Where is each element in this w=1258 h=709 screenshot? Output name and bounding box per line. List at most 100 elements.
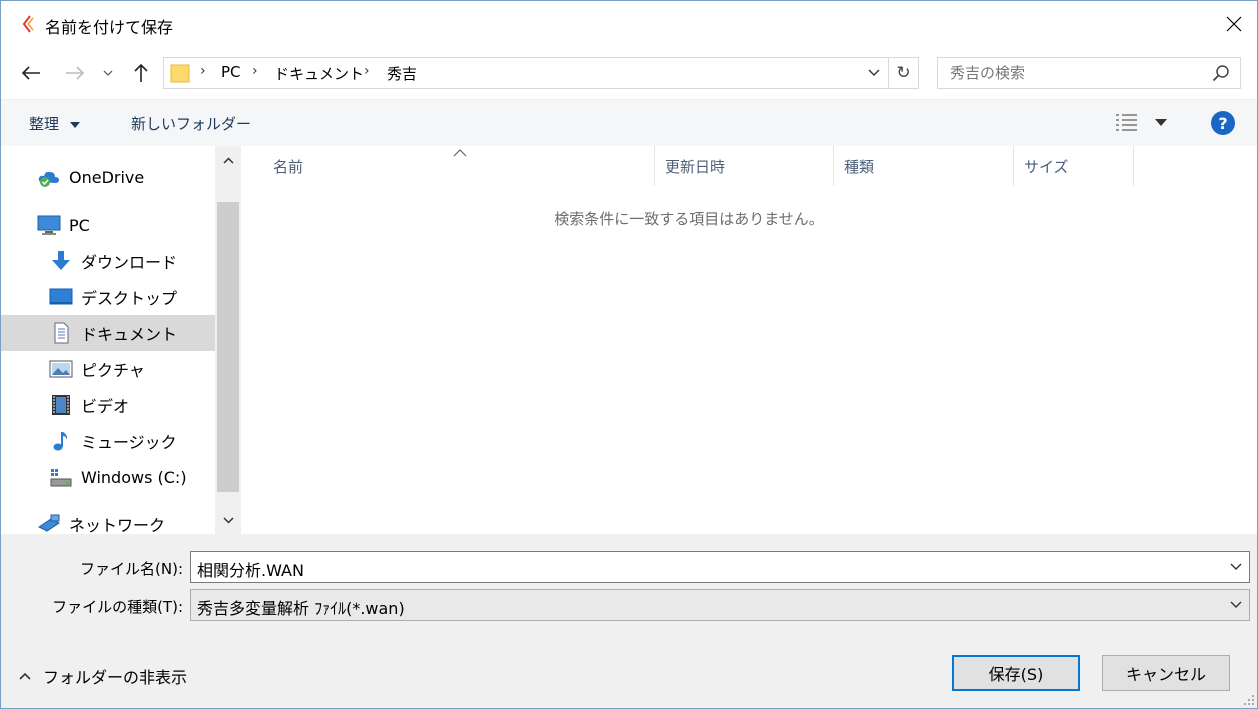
column-divider[interactable] <box>1133 146 1134 186</box>
breadcrumb-documents[interactable]: ドキュメント <box>274 63 364 84</box>
sidebar-item-desktop[interactable]: デスクトップ <box>1 279 215 315</box>
arrow-right-icon <box>66 66 85 80</box>
back-button[interactable] <box>19 61 43 85</box>
scroll-up-button[interactable] <box>215 146 241 174</box>
picture-icon <box>49 360 73 378</box>
filename-value[interactable]: 相関分析.WAN <box>197 557 304 581</box>
refresh-icon: ↻ <box>896 63 911 83</box>
sidebar-item-label: ビデオ <box>81 397 130 416</box>
network-icon <box>38 514 60 532</box>
sidebar-item-label: ミュージック <box>81 433 177 452</box>
chevron-down-icon <box>868 69 880 76</box>
caret-down-icon <box>69 121 80 128</box>
view-options-button[interactable] <box>1113 112 1173 134</box>
sidebar-item-documents[interactable]: ドキュメント <box>1 315 215 351</box>
cancel-button[interactable]: キャンセル <box>1102 655 1230 691</box>
close-button[interactable] <box>1211 1 1257 47</box>
title-bar: 名前を付けて保存 <box>1 1 1257 47</box>
desktop-icon <box>49 288 73 305</box>
organize-label: 整理 <box>29 115 60 133</box>
address-bar[interactable]: › PC › ドキュメント › 秀吉 ↻ <box>163 57 919 89</box>
sort-ascending-icon <box>453 149 467 157</box>
save-options-panel: ファイル名(N): 相関分析.WAN ファイルの種類(T): 秀吉多変量解析 ﾌ… <box>1 534 1257 708</box>
chevron-down-icon <box>103 70 113 76</box>
column-header-size[interactable]: サイズ <box>1024 146 1069 186</box>
help-button[interactable]: ? <box>1211 111 1235 135</box>
folder-icon <box>170 64 190 83</box>
address-dropdown-button[interactable] <box>862 58 886 88</box>
new-folder-button[interactable]: 新しいフォルダー <box>131 113 251 134</box>
organize-button[interactable]: 整理 <box>29 113 80 134</box>
command-bar: 整理 新しいフォルダー ? <box>1 99 1257 146</box>
drive-icon <box>50 469 72 487</box>
column-divider[interactable] <box>833 146 834 186</box>
hide-folders-label: フォルダーの非表示 <box>43 668 188 687</box>
help-icon: ? <box>1218 113 1228 133</box>
chevron-down-icon <box>1230 601 1242 608</box>
search-icon[interactable] <box>1212 64 1230 82</box>
chevron-up-icon <box>19 672 31 680</box>
sidebar-item-windows-c[interactable]: Windows (C:) <box>1 459 215 495</box>
recent-locations-button[interactable] <box>99 61 117 85</box>
arrow-up-icon <box>134 63 148 82</box>
window-title: 名前を付けて保存 <box>45 18 174 37</box>
navigation-bar: › PC › ドキュメント › 秀吉 ↻ <box>1 47 1257 99</box>
column-header-name[interactable]: 名前 <box>273 146 303 186</box>
search-input[interactable] <box>938 58 1208 88</box>
sidebar-item-label: ドキュメント <box>81 325 178 344</box>
column-divider[interactable] <box>1013 146 1014 186</box>
sidebar-item-label: ピクチャ <box>81 361 145 380</box>
empty-results-message: 検索条件に一致する項目はありません。 <box>554 210 824 228</box>
filetype-label: ファイルの種類(T): <box>52 598 183 616</box>
document-icon <box>54 322 69 344</box>
save-button[interactable]: 保存(S) <box>952 655 1080 691</box>
cloud-icon <box>38 171 59 187</box>
hide-folders-toggle[interactable]: フォルダーの非表示 <box>19 664 187 688</box>
filetype-value: 秀吉多変量解析 ﾌｧｲﾙ(*.wan) <box>197 599 405 618</box>
chevron-down-icon <box>222 516 234 524</box>
filename-field[interactable]: 相関分析.WAN <box>190 551 1250 583</box>
sidebar-item-music[interactable]: ミュージック <box>1 423 215 459</box>
sidebar-item-label: ダウンロード <box>81 253 178 272</box>
sidebar-item-label: PC <box>69 215 90 235</box>
filename-label: ファイル名(N): <box>80 560 183 578</box>
file-list-pane: 名前 更新日時 種類 サイズ 検索条件に一致する項目はありません。 <box>241 146 1257 534</box>
filetype-select[interactable]: 秀吉多変量解析 ﾌｧｲﾙ(*.wan) <box>190 589 1250 621</box>
computer-icon <box>37 215 61 235</box>
forward-button[interactable] <box>63 61 87 85</box>
sidebar-item-onedrive[interactable]: OneDrive <box>1 159 215 195</box>
sidebar-item-downloads[interactable]: ダウンロード <box>1 243 215 279</box>
filetype-dropdown-button[interactable] <box>1223 590 1249 620</box>
column-header-type[interactable]: 種類 <box>844 146 874 186</box>
sidebar-item-label: OneDrive <box>69 167 145 187</box>
chevron-up-icon <box>222 156 234 164</box>
breadcrumb-separator: › <box>364 63 370 79</box>
filename-history-button[interactable] <box>1223 552 1249 582</box>
resize-grip-icon[interactable] <box>1243 694 1255 706</box>
navigation-pane-scrollbar[interactable] <box>215 146 241 534</box>
sidebar-item-videos[interactable]: ビデオ <box>1 387 215 423</box>
sidebar-item-network[interactable]: ネットワーク <box>1 506 215 534</box>
music-icon <box>53 432 68 451</box>
sidebar-item-pictures[interactable]: ピクチャ <box>1 351 215 387</box>
column-divider[interactable] <box>654 146 655 186</box>
scroll-down-button[interactable] <box>215 506 241 534</box>
sidebar-item-label: Windows (C:) <box>81 467 187 487</box>
breadcrumb-hideyoshi[interactable]: 秀吉 <box>387 63 417 84</box>
details-view-icon <box>1116 114 1137 131</box>
caret-down-icon <box>1155 119 1167 126</box>
download-icon <box>52 251 70 270</box>
sidebar-item-pc[interactable]: PC <box>1 207 215 243</box>
close-icon <box>1226 16 1242 32</box>
search-box <box>937 57 1241 89</box>
refresh-button[interactable]: ↻ <box>888 58 918 88</box>
up-button[interactable] <box>129 61 153 85</box>
column-header-modified[interactable]: 更新日時 <box>665 146 725 186</box>
sidebar-item-label: ネットワーク <box>69 516 166 534</box>
arrow-left-icon <box>21 66 40 80</box>
breadcrumb-separator: › <box>252 63 258 79</box>
breadcrumb-pc[interactable]: PC <box>221 63 241 81</box>
sidebar-item-label: デスクトップ <box>81 289 178 308</box>
breadcrumb-separator: › <box>200 63 206 79</box>
scrollbar-thumb[interactable] <box>217 202 239 492</box>
